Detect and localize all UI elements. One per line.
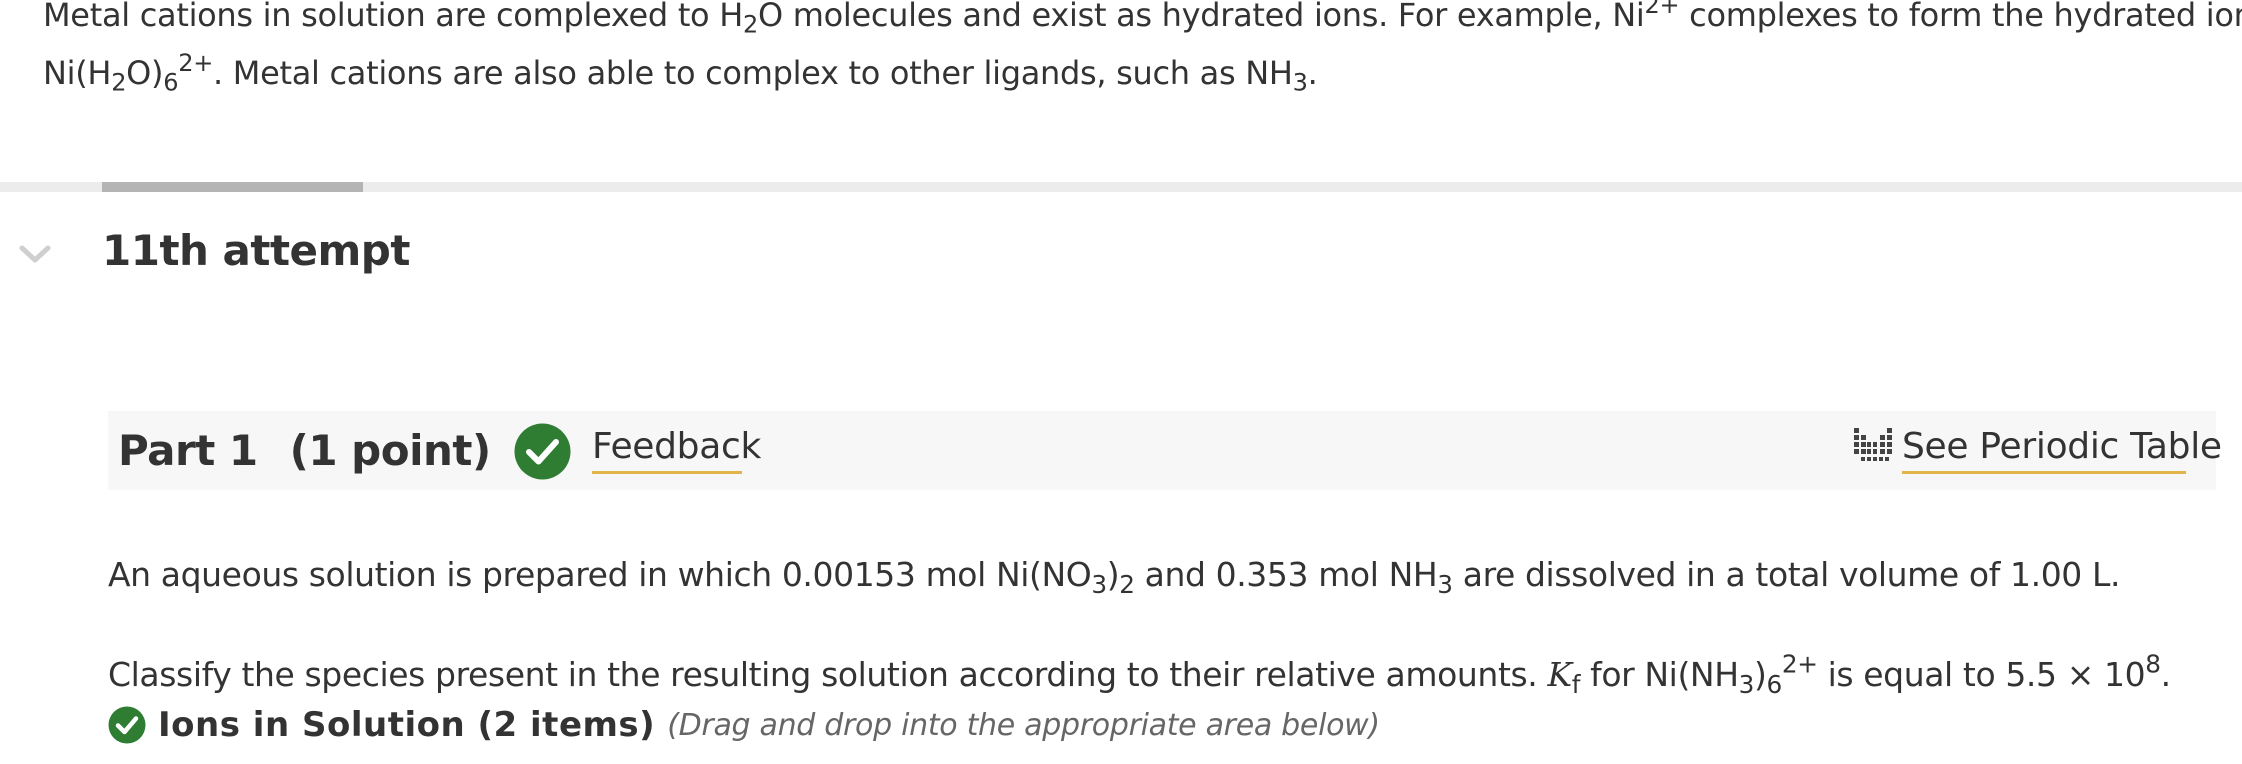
question-text: for Ni(NH: [1580, 655, 1739, 694]
part-points: (1 point): [289, 426, 492, 475]
ions-in-solution-title: Ions in Solution (2 items): [158, 705, 656, 745]
periodic-table-underline: [1902, 471, 2186, 474]
part-number: Part 1: [118, 426, 258, 475]
intro-line-1: Metal cations in solution are complexed …: [43, 0, 2242, 44]
question-text: are dissolved in a total volume of 1.00 …: [1452, 555, 2121, 594]
intro-text: .: [1307, 54, 1318, 92]
question-text: ): [1106, 555, 1120, 594]
check-circle-icon: [108, 706, 146, 744]
intro-text: O): [126, 54, 164, 92]
question-text: An aqueous solution is prepared in which…: [108, 555, 1092, 594]
feedback-underline: [592, 471, 742, 474]
intro-superscript: 2+: [1644, 0, 1680, 19]
see-periodic-table-link[interactable]: See Periodic Table: [1902, 421, 2222, 473]
intro-subscript: 2: [111, 68, 127, 97]
question-subscript: 3: [1091, 569, 1107, 599]
part-title: Part 1 (1 point): [118, 421, 491, 481]
question-subscript: 6: [1766, 669, 1782, 699]
periodic-table-icon[interactable]: [1853, 425, 1893, 463]
drag-drop-hint: (Drag and drop into the appropriate area…: [667, 707, 1380, 743]
intro-subscript: 3: [1292, 68, 1308, 97]
intro-text: Ni(H: [43, 54, 112, 92]
intro-text: . Metal cations are also able to complex…: [213, 54, 1293, 92]
formation-constant-symbol: K: [1547, 655, 1572, 694]
intro-subscript: 2: [742, 10, 758, 39]
attempt-progress-fill: [102, 182, 363, 192]
question-subscript: 3: [1437, 569, 1453, 599]
question-subscript: 2: [1119, 569, 1135, 599]
intro-text: complexes to form the hydrated ion: [1679, 0, 2242, 34]
intro-text: Metal cations in solution are complexed …: [43, 0, 743, 34]
chevron-down-icon-svg: [19, 245, 51, 263]
attempt-progress-track: [0, 182, 2242, 192]
intro-subscript: 6: [163, 68, 179, 97]
question-text: .: [2160, 655, 2171, 694]
question-statement: An aqueous solution is prepared in which…: [108, 550, 2120, 600]
question-text: ): [1754, 655, 1767, 694]
feedback-link[interactable]: Feedback: [592, 421, 761, 473]
intro-text: O molecules and exist as hydrated ions. …: [757, 0, 1645, 34]
intro-superscript: 2+: [178, 48, 214, 77]
question-text: and 0.353 mol NH: [1134, 555, 1438, 594]
question-superscript: 8: [2145, 649, 2161, 679]
check-circle-icon-svg: [514, 423, 571, 480]
question-subscript: 3: [1738, 669, 1755, 699]
question-subscript: f: [1571, 669, 1581, 699]
question-text: Classify the species present in the resu…: [108, 655, 1548, 694]
question-instruction: Classify the species present in the resu…: [108, 650, 2171, 700]
ions-in-solution-header: Ions in Solution (2 items) (Drag and dro…: [108, 700, 1380, 750]
periodic-table-icon-svg: [1854, 428, 1892, 461]
attempt-heading[interactable]: 11th attempt: [102, 218, 410, 284]
question-text: is equal to 5.5 × 10: [1817, 655, 2146, 694]
intro-paragraph: Metal cations in solution are complexed …: [43, 0, 2242, 102]
check-circle-icon: [514, 423, 571, 480]
intro-line-2: Ni(H2O)62+. Metal cations are also able …: [43, 44, 2223, 102]
question-superscript: 2+: [1781, 649, 1818, 679]
chevron-down-icon[interactable]: [18, 240, 52, 268]
